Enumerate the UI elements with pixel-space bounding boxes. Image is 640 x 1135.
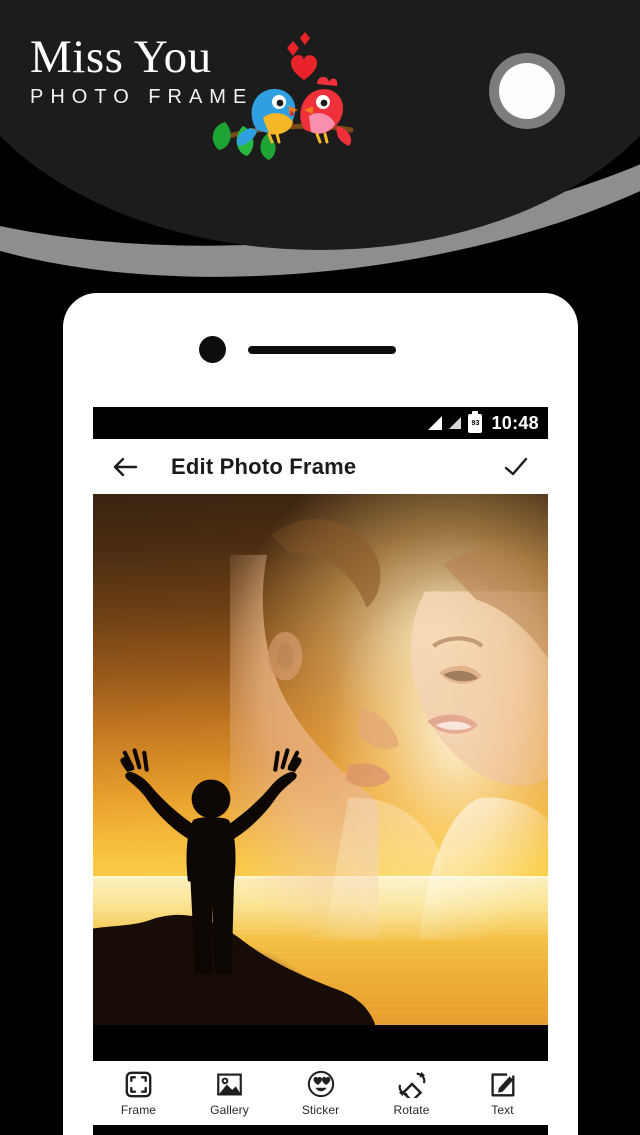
toolbar-label: Gallery — [210, 1103, 249, 1117]
earpiece-speaker-icon — [248, 346, 396, 354]
screenshot-root: Miss You PHOTO FRAME 93 10:48 Edit Photo… — [0, 0, 640, 1135]
android-nav-bar — [93, 1125, 548, 1135]
sticker-smiley-icon — [306, 1069, 336, 1099]
edit-toolbar: Frame Gallery Sticker Rotate Text — [93, 1061, 548, 1125]
toolbar-label: Sticker — [301, 1103, 340, 1117]
signal-bars-icon — [449, 417, 462, 429]
battery-icon: 93 — [468, 410, 483, 433]
promo-banner: Miss You PHOTO FRAME — [0, 0, 640, 300]
man-silhouette — [120, 747, 302, 974]
toolbar-label: Text — [491, 1103, 514, 1117]
frame-icon — [124, 1069, 154, 1099]
check-icon[interactable] — [500, 451, 532, 483]
status-clock: 10:48 — [491, 412, 539, 433]
toolbar-item-sticker[interactable]: Sticker — [275, 1069, 366, 1117]
back-arrow-icon[interactable] — [109, 451, 141, 483]
camera-lens-icon — [489, 53, 565, 129]
phone-mockup: 93 10:48 Edit Photo Frame Frame Gallery … — [63, 293, 578, 1135]
toolbar-label: Frame — [120, 1103, 157, 1117]
rotate-icon — [397, 1069, 427, 1099]
toolbar-item-text[interactable]: Text — [457, 1069, 548, 1117]
page-title: Edit Photo Frame — [171, 453, 357, 479]
phone-screen: 93 10:48 Edit Photo Frame Frame Gallery … — [93, 407, 548, 1135]
toolbar-item-frame[interactable]: Frame — [93, 1069, 184, 1117]
love-birds-icon — [212, 32, 354, 160]
text-edit-icon — [488, 1069, 518, 1099]
status-bar: 93 10:48 — [93, 407, 548, 439]
gallery-icon — [215, 1069, 245, 1099]
toolbar-item-gallery[interactable]: Gallery — [184, 1069, 275, 1117]
signal-bars-icon — [428, 416, 443, 430]
toolbar-label: Rotate — [393, 1103, 430, 1117]
toolbar-item-rotate[interactable]: Rotate — [366, 1069, 457, 1117]
front-camera-icon — [199, 336, 226, 363]
app-bar: Edit Photo Frame — [93, 439, 548, 494]
battery-level: 93 — [471, 419, 480, 427]
photo-canvas[interactable] — [93, 494, 548, 1025]
